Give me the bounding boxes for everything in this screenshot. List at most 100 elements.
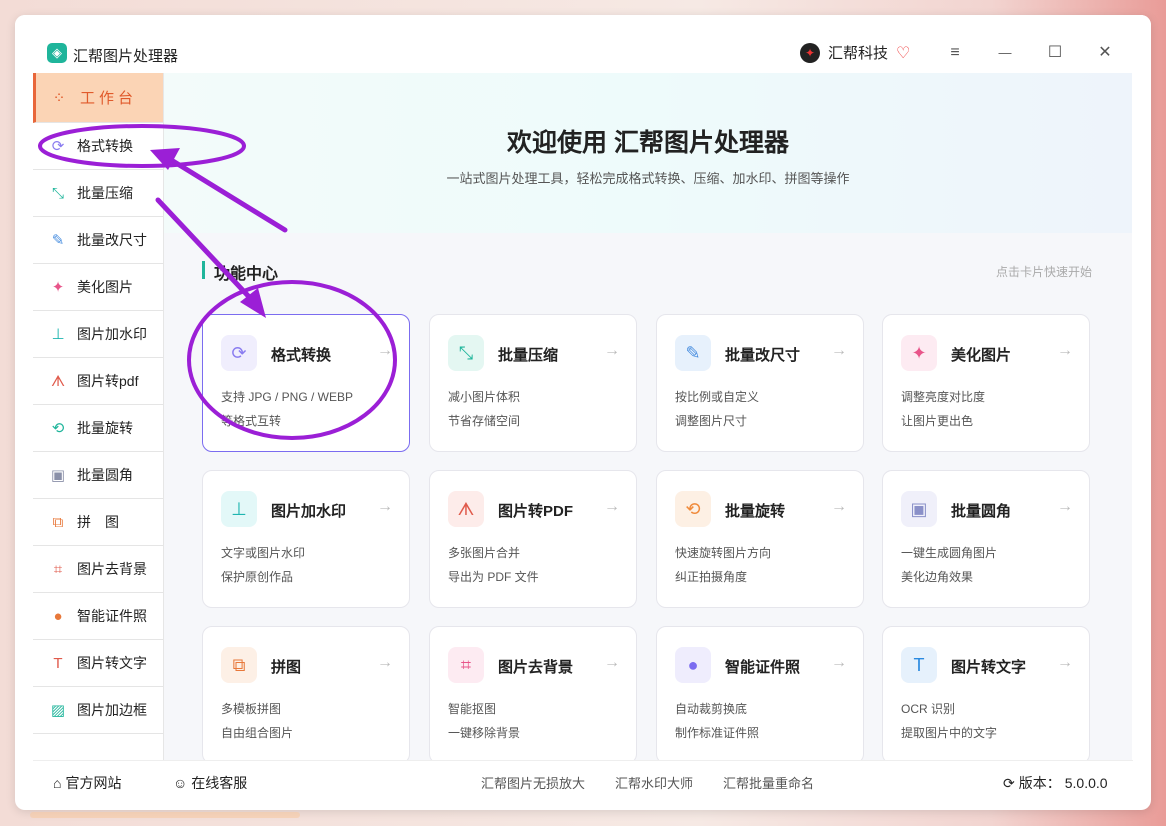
sidebar-item-text[interactable]: T 图片转文字 bbox=[33, 640, 163, 687]
feature-card-rotate[interactable]: ⟲ 批量旋转 → 快速旋转图片方向 纠正拍摄角度 bbox=[656, 470, 864, 608]
sidebar-item-beautify[interactable]: ✦ 美化图片 bbox=[33, 264, 163, 311]
sidebar-item-frame[interactable]: ▨ 图片加边框 bbox=[33, 687, 163, 734]
sidebar-item-label: 图片去背景 bbox=[77, 561, 147, 577]
compress-icon: ⤡ bbox=[51, 184, 64, 202]
card-title: 格式转换 bbox=[271, 347, 332, 364]
round-corner-icon: ▣ bbox=[50, 467, 66, 484]
card-description: 支持 JPG / PNG / WEBP bbox=[221, 390, 354, 404]
sidebar-item-crop[interactable]: ⌗ 图片去背景 bbox=[33, 546, 163, 593]
crop-icon: ⌗ bbox=[53, 560, 63, 578]
sidebar-item-label: 批量压缩 bbox=[77, 185, 133, 201]
close-button[interactable]: ✕ bbox=[1093, 43, 1117, 63]
card-title: 美化图片 bbox=[951, 347, 1012, 364]
card-title: 拼图 bbox=[271, 659, 302, 676]
card-description: 提取图片中的文字 bbox=[901, 726, 998, 740]
footer-link-rename[interactable]: 汇帮批量重命名 bbox=[723, 773, 814, 792]
sidebar-item-label: 批量改尺寸 bbox=[77, 232, 147, 248]
feature-card-convert[interactable]: ⟳ 格式转换 → 支持 JPG / PNG / WEBP 等格式互转 bbox=[202, 314, 410, 452]
feature-card-compress[interactable]: ⤡ 批量压缩 → 减小图片体积 节省存储空间 bbox=[429, 314, 637, 452]
sidebar-item-pdf[interactable]: ᗑ 图片转pdf bbox=[33, 358, 163, 405]
sidebar-item-person[interactable]: ● 智能证件照 bbox=[33, 593, 163, 640]
support-label: 在线客服 bbox=[191, 775, 248, 791]
title-bar: ◈ 汇帮图片处理器 ✦ 汇帮科技 ♡ ≡ — ☐ ✕ bbox=[15, 15, 1151, 73]
footer-bar: ⌂ 官方网站 ☺ 在线客服 汇帮图片无损放大 汇帮水印大师 汇帮批量重命名 ⟳ … bbox=[33, 760, 1133, 801]
card-title: 批量压缩 bbox=[498, 347, 559, 364]
sidebar-item-label: 图片转文字 bbox=[77, 655, 147, 671]
card-description: 让图片更出色 bbox=[901, 414, 974, 428]
crop-icon: ⌗ bbox=[448, 647, 484, 683]
card-description: 按比例或自定义 bbox=[675, 390, 760, 404]
feature-card-crop[interactable]: ⌗ 图片去背景 → 智能抠图 一键移除背景 bbox=[429, 626, 637, 764]
feature-card-pdf[interactable]: ᗑ 图片转PDF → 多张图片合并 导出为 PDF 文件 bbox=[429, 470, 637, 608]
app-title: 汇帮图片处理器 bbox=[73, 48, 179, 65]
sidebar: ⁘ 工作台 ⟳ 格式转换 ⤡ 批量压缩 ✎ 批量改尺寸 ✦ 美化图片 ⊥ 图片加水印 ᗑ 图片转pdf ⟲ 批… bbox=[33, 73, 164, 761]
card-description: 智能抠图 bbox=[448, 702, 497, 716]
card-description: 保护原创作品 bbox=[221, 570, 294, 584]
beautify-icon: ✦ bbox=[901, 335, 937, 371]
sidebar-item-resize[interactable]: ✎ 批量改尺寸 bbox=[33, 217, 163, 264]
card-description: 一键生成圆角图片 bbox=[901, 546, 998, 560]
convert-icon: ⟳ bbox=[51, 138, 65, 155]
feature-card-text[interactable]: T 图片转文字 → OCR 识别 提取图片中的文字 bbox=[882, 626, 1090, 764]
taskbar-preview-strip bbox=[30, 812, 300, 818]
resize-icon: ✎ bbox=[51, 232, 65, 249]
sidebar-item-label: 图片转pdf bbox=[77, 373, 139, 389]
brand[interactable]: ✦ 汇帮科技 ♡ bbox=[800, 42, 910, 63]
card-description: 自动裁剪换底 bbox=[675, 702, 748, 716]
sidebar-item-label: 美化图片 bbox=[77, 279, 133, 295]
sidebar-item-label: 拼 图 bbox=[77, 514, 119, 530]
card-title: 图片转PDF bbox=[498, 503, 574, 520]
card-description: OCR 识别 bbox=[901, 702, 956, 716]
welcome-subtitle: 一站式图片处理工具，轻松完成格式转换、压缩、加水印、拼图等操作 bbox=[446, 171, 850, 186]
feature-card-resize[interactable]: ✎ 批量改尺寸 → 按比例或自定义 调整图片尺寸 bbox=[656, 314, 864, 452]
resize-icon: ✎ bbox=[675, 335, 711, 371]
card-description: 自由组合图片 bbox=[221, 726, 294, 740]
text-icon: T bbox=[53, 654, 63, 672]
feature-card-round-corner[interactable]: ▣ 批量圆角 → 一键生成圆角图片 美化边角效果 bbox=[882, 470, 1090, 608]
beautify-icon: ✦ bbox=[51, 279, 65, 296]
sidebar-item-puzzle[interactable]: ⧉ 拼 图 bbox=[33, 499, 163, 546]
card-description: 多张图片合并 bbox=[448, 546, 521, 560]
sidebar-item-watermark[interactable]: ⊥ 图片加水印 bbox=[33, 311, 163, 358]
card-description: 调整图片尺寸 bbox=[675, 414, 748, 428]
feature-card-person[interactable]: ● 智能证件照 → 自动裁剪换底 制作标准证件照 bbox=[656, 626, 864, 764]
vip-heart-icon[interactable]: ♡ bbox=[896, 43, 910, 63]
minimize-button[interactable]: — bbox=[993, 43, 1017, 63]
version-number: 5.0.0.0 bbox=[1064, 775, 1108, 791]
sidebar-item-convert[interactable]: ⟳ 格式转换 bbox=[33, 123, 163, 170]
welcome-title: 欢迎使用 汇帮图片处理器 bbox=[507, 129, 789, 157]
card-description: 文字或图片水印 bbox=[221, 546, 306, 560]
sidebar-item-compress[interactable]: ⤡ 批量压缩 bbox=[33, 170, 163, 217]
home-icon: ⌂ bbox=[53, 775, 62, 791]
pdf-icon: ᗑ bbox=[448, 491, 484, 527]
arrow-right-icon: → bbox=[377, 498, 393, 515]
card-title: 图片转文字 bbox=[951, 659, 1027, 676]
card-description: 调整亮度对比度 bbox=[901, 390, 986, 404]
arrow-right-icon: → bbox=[831, 498, 847, 515]
card-description: 纠正拍摄角度 bbox=[675, 570, 748, 584]
website-label: 官方网站 bbox=[65, 775, 122, 791]
feature-card-watermark[interactable]: ⊥ 图片加水印 → 文字或图片水印 保护原创作品 bbox=[202, 470, 410, 608]
sidebar-item-round-corner[interactable]: ▣ 批量圆角 bbox=[33, 452, 163, 499]
menu-icon[interactable]: ≡ bbox=[943, 43, 967, 63]
section-title: 功能中心 bbox=[214, 266, 279, 283]
convert-icon: ⟳ bbox=[221, 335, 257, 371]
maximize-button[interactable]: ☐ bbox=[1043, 43, 1067, 63]
sidebar-item-rotate[interactable]: ⟲ 批量旋转 bbox=[33, 405, 163, 452]
arrow-right-icon: → bbox=[1057, 498, 1073, 515]
sidebar-item-label: 格式转换 bbox=[77, 138, 133, 154]
watermark-icon: ⊥ bbox=[51, 326, 65, 343]
feature-card-beautify[interactable]: ✦ 美化图片 → 调整亮度对比度 让图片更出色 bbox=[882, 314, 1090, 452]
arrow-right-icon: → bbox=[831, 654, 847, 671]
card-description: 节省存储空间 bbox=[448, 414, 521, 428]
support-link[interactable]: ☺ 在线客服 bbox=[173, 773, 247, 793]
footer-link-watermark[interactable]: 汇帮水印大师 bbox=[615, 773, 693, 792]
footer-link-enlarge[interactable]: 汇帮图片无损放大 bbox=[481, 773, 585, 792]
website-link[interactable]: ⌂ 官方网站 bbox=[53, 773, 121, 793]
person-icon: ● bbox=[53, 607, 63, 625]
sidebar-item-grid[interactable]: ⁘ 工作台 bbox=[33, 73, 163, 123]
card-description: 减小图片体积 bbox=[448, 390, 521, 404]
card-description: 等格式互转 bbox=[221, 414, 282, 428]
card-description: 美化边角效果 bbox=[901, 570, 974, 584]
feature-card-puzzle[interactable]: ⧉ 拼图 → 多模板拼图 自由组合图片 bbox=[202, 626, 410, 764]
